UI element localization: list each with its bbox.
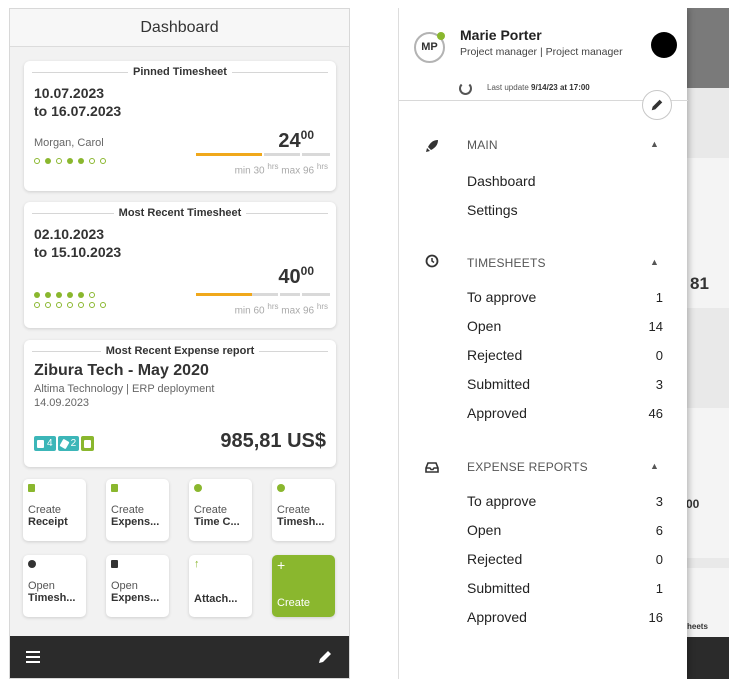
count: 1 bbox=[655, 290, 663, 305]
avatar[interactable]: MP bbox=[414, 32, 445, 63]
count: 0 bbox=[655, 552, 663, 567]
day-status-dots bbox=[34, 292, 100, 298]
nav-settings[interactable]: Settings bbox=[467, 202, 518, 218]
receipt-icon bbox=[28, 484, 35, 492]
pinned-timesheet-card[interactable]: Pinned Timesheet 10.07.2023 to 16.07.202… bbox=[24, 61, 336, 191]
count: 3 bbox=[655, 377, 663, 392]
timesheet-date-from: 02.10.2023 bbox=[34, 226, 105, 242]
card-title: Pinned Timesheet bbox=[32, 66, 328, 78]
edit-profile-button[interactable] bbox=[642, 90, 672, 120]
progress-fill bbox=[196, 293, 253, 296]
rocket-icon bbox=[426, 140, 438, 152]
create-time-card-tile[interactable]: Create Time C... bbox=[189, 479, 252, 541]
comment-icon bbox=[84, 439, 92, 448]
create-timesheet-tile[interactable]: Create Timesh... bbox=[272, 479, 335, 541]
clock-icon bbox=[277, 484, 285, 492]
chevron-up-icon[interactable]: ▲ bbox=[650, 257, 659, 267]
nav-expense-approved[interactable]: Approved bbox=[467, 609, 527, 625]
navigation-screen: 81 00 heets MP Marie Porter Project mana… bbox=[398, 8, 729, 679]
nav-expense-rejected[interactable]: Rejected bbox=[467, 551, 522, 567]
hours-progress-bar bbox=[196, 291, 330, 298]
hours-min-max: min 30 hrs max 96 hrs bbox=[234, 162, 328, 177]
card-title: Most Recent Expense report bbox=[32, 345, 328, 357]
create-receipt-tile[interactable]: Create Receipt bbox=[23, 479, 86, 541]
count: 16 bbox=[648, 610, 663, 625]
nav-expense-open[interactable]: Open bbox=[467, 522, 501, 538]
chevron-up-icon[interactable]: ▲ bbox=[650, 461, 659, 471]
nav-expense-submitted[interactable]: Submitted bbox=[467, 580, 530, 596]
inbox-icon bbox=[425, 462, 439, 473]
bottom-toolbar bbox=[10, 636, 349, 678]
open-expense-tile[interactable]: Open Expens... bbox=[106, 555, 169, 617]
attachment-count-badge: 2 bbox=[57, 436, 80, 451]
day-status-dots bbox=[34, 158, 111, 164]
count: 46 bbox=[648, 406, 663, 421]
recent-timesheet-card[interactable]: Most Recent Timesheet 02.10.2023 to 15.1… bbox=[24, 202, 336, 328]
timesheet-date-to: to 16.07.2023 bbox=[34, 103, 122, 119]
create-expense-tile[interactable]: Create Expens... bbox=[106, 479, 169, 541]
create-button[interactable]: + Create bbox=[272, 555, 335, 617]
pencil-icon bbox=[651, 99, 663, 111]
expense-report-date: 14.09.2023 bbox=[34, 397, 90, 409]
timesheet-date-from: 10.07.2023 bbox=[34, 85, 105, 101]
progress-fill bbox=[196, 153, 263, 156]
clock-icon bbox=[425, 254, 439, 268]
navigation-drawer: MP Marie Porter Project manager | Projec… bbox=[398, 8, 688, 679]
count: 14 bbox=[648, 319, 663, 334]
day-status-dots-2 bbox=[34, 302, 111, 308]
expense-report-icon bbox=[111, 560, 118, 568]
timesheet-date-to: to 15.10.2023 bbox=[34, 244, 122, 260]
section-main[interactable]: MAIN bbox=[467, 138, 498, 152]
hours-progress-bar bbox=[196, 151, 330, 158]
page-title: Dashboard bbox=[10, 9, 349, 47]
attach-tile[interactable]: ↑ Attach... bbox=[189, 555, 252, 617]
online-indicator-icon bbox=[437, 32, 445, 40]
expense-report-icon bbox=[111, 484, 118, 492]
time-card-icon bbox=[194, 484, 202, 492]
expense-amount: 985,81 US$ bbox=[220, 430, 326, 452]
chevron-up-icon[interactable]: ▲ bbox=[650, 139, 659, 149]
nav-timesheets-submitted[interactable]: Submitted bbox=[467, 376, 530, 392]
user-role: Project manager | Project manager bbox=[460, 46, 623, 58]
nav-dashboard[interactable]: Dashboard bbox=[467, 173, 536, 189]
sync-icon[interactable] bbox=[459, 82, 472, 95]
count: 6 bbox=[655, 523, 663, 538]
expense-report-subtitle: Altima Technology | ERP deployment bbox=[34, 383, 215, 395]
count: 1 bbox=[655, 581, 663, 596]
upload-icon: ↑ bbox=[194, 558, 200, 570]
user-name: Marie Porter bbox=[460, 27, 542, 43]
nav-timesheets-open[interactable]: Open bbox=[467, 318, 501, 334]
section-expense-reports[interactable]: EXPENSE REPORTS bbox=[467, 460, 588, 474]
dashboard-screen: Dashboard Pinned Timesheet 10.07.2023 to… bbox=[9, 8, 350, 679]
nav-timesheets-to-approve[interactable]: To approve bbox=[467, 289, 536, 305]
plus-icon: + bbox=[277, 557, 286, 573]
last-update: Last update 9/14/23 at 17:00 bbox=[487, 83, 590, 92]
status-dot[interactable] bbox=[651, 32, 677, 58]
comment-badge bbox=[81, 436, 95, 451]
background-value: 81 bbox=[690, 274, 709, 293]
card-title: Most Recent Timesheet bbox=[32, 207, 328, 219]
section-timesheets[interactable]: TIMESHEETS bbox=[467, 256, 546, 270]
timesheet-hours: 4000 bbox=[278, 264, 314, 288]
menu-icon[interactable] bbox=[26, 651, 40, 663]
background-value: 00 bbox=[686, 497, 700, 511]
background-label: heets bbox=[687, 622, 708, 631]
expense-badges: 42 bbox=[34, 436, 96, 451]
receipt-count-badge: 4 bbox=[34, 436, 56, 451]
receipt-icon bbox=[37, 439, 44, 448]
nav-timesheets-approved[interactable]: Approved bbox=[467, 405, 527, 421]
timesheet-person: Morgan, Carol bbox=[34, 137, 104, 149]
hours-min-max: min 60 hrs max 96 hrs bbox=[234, 302, 328, 317]
clock-icon bbox=[28, 560, 36, 568]
pencil-icon[interactable] bbox=[317, 649, 333, 665]
timesheet-hours: 2400 bbox=[278, 128, 314, 152]
expense-report-title: Zibura Tech - May 2020 bbox=[34, 362, 209, 379]
paperclip-icon bbox=[59, 438, 70, 449]
open-timesheet-tile[interactable]: Open Timesh... bbox=[23, 555, 86, 617]
nav-timesheets-rejected[interactable]: Rejected bbox=[467, 347, 522, 363]
count: 3 bbox=[655, 494, 663, 509]
expense-report-card[interactable]: Most Recent Expense report Zibura Tech -… bbox=[24, 340, 336, 467]
count: 0 bbox=[655, 348, 663, 363]
nav-expense-to-approve[interactable]: To approve bbox=[467, 493, 536, 509]
